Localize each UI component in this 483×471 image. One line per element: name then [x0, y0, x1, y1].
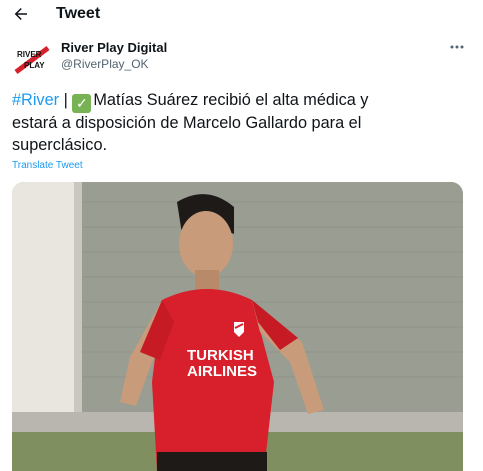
- svg-text:AIRLINES: AIRLINES: [187, 363, 257, 380]
- svg-text:PLAY: PLAY: [24, 61, 45, 70]
- tweet-line-1: Matías Suárez recibió el alta médica y: [93, 91, 369, 109]
- check-emoji-icon: ✓: [72, 94, 92, 113]
- page-title: Tweet: [56, 5, 101, 22]
- separator: |: [59, 91, 73, 109]
- more-options-button[interactable]: [446, 38, 468, 56]
- svg-text:TURKISH: TURKISH: [187, 347, 254, 364]
- back-button[interactable]: [10, 3, 32, 25]
- tweet-line-3: superclásico.: [12, 135, 108, 154]
- arrow-left-icon: [14, 8, 27, 20]
- hashtag-link[interactable]: #River: [12, 91, 59, 109]
- svg-text:RIVER: RIVER: [17, 50, 42, 59]
- tweet-media-photo[interactable]: TURKISH AIRLINES: [12, 182, 463, 471]
- river-play-logo: RIVER PLAY: [14, 46, 50, 74]
- photo-illustration: TURKISH AIRLINES: [12, 182, 463, 471]
- author-handle[interactable]: @RiverPlay_OK: [61, 57, 149, 71]
- author-name[interactable]: River Play Digital: [61, 40, 167, 55]
- top-bar: Tweet: [0, 0, 483, 30]
- tweet-text: #River | ✓ Matías Suárez recibió el alta …: [12, 90, 472, 156]
- translate-tweet-link[interactable]: Translate Tweet: [12, 160, 83, 171]
- avatar[interactable]: RIVER PLAY: [14, 42, 50, 78]
- tweet-line-2: estará a disposición de Marcelo Gallardo…: [12, 114, 362, 132]
- more-dots-icon: [450, 45, 464, 49]
